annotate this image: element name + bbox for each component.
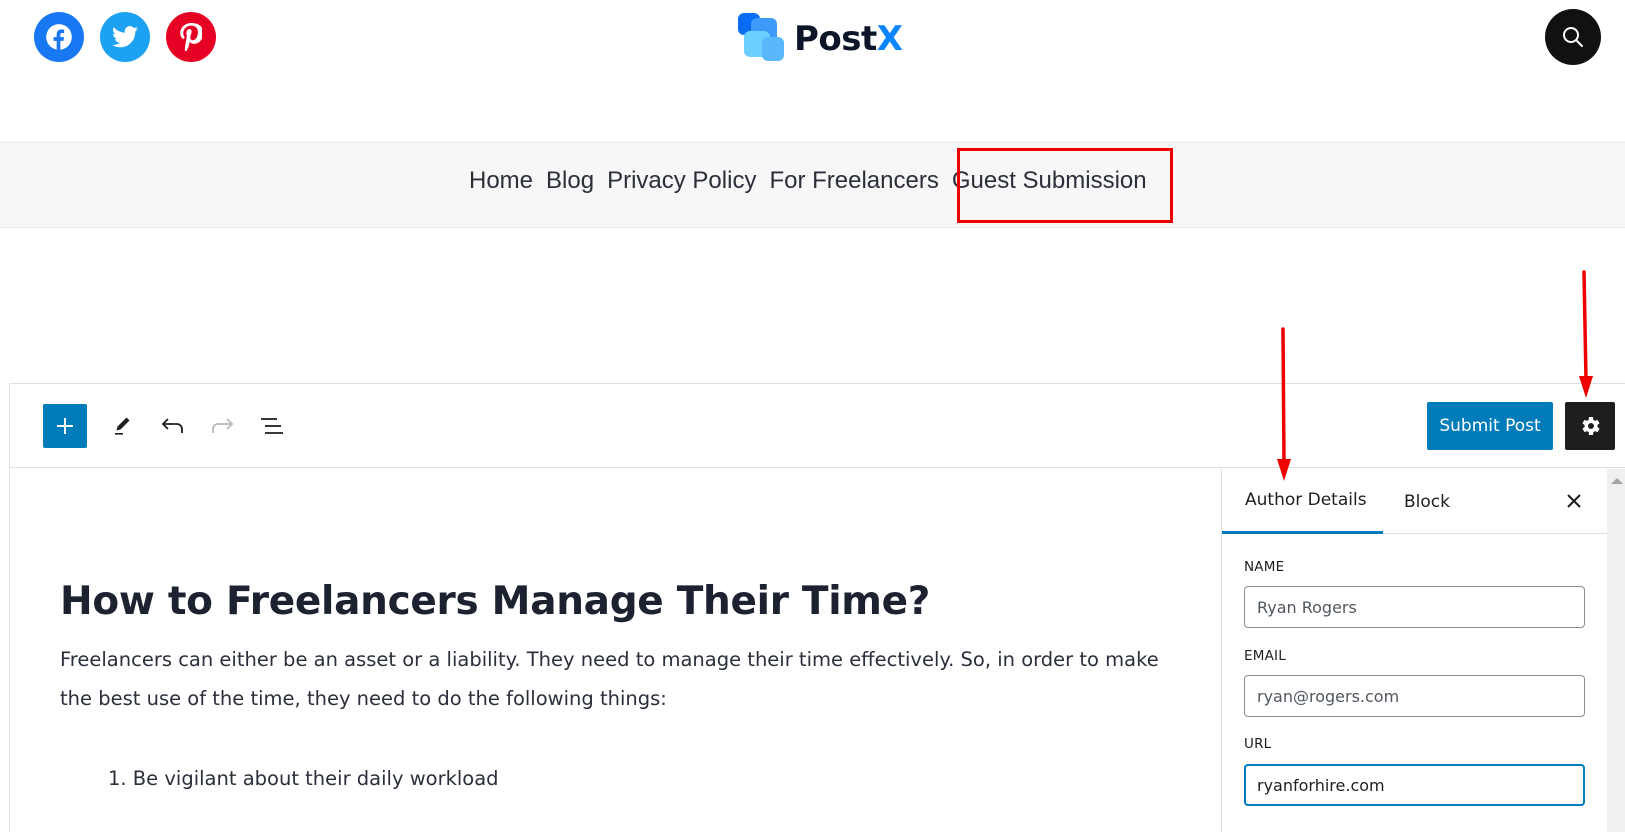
list-item[interactable]: 1. Be vigilant about their daily workloa… <box>108 767 499 790</box>
undo-button[interactable] <box>157 410 189 442</box>
facebook-icon <box>46 24 72 51</box>
search-button[interactable] <box>1545 9 1601 65</box>
undo-icon <box>161 418 183 433</box>
facebook-link[interactable] <box>34 12 84 62</box>
gear-icon <box>1582 417 1600 435</box>
twitter-icon <box>112 26 138 48</box>
post-paragraph[interactable]: Freelancers can either be an asset or a … <box>60 640 1170 718</box>
main-navigation: Home Blog Privacy Policy For Freelancers… <box>0 142 1625 228</box>
name-input[interactable] <box>1244 586 1585 628</box>
redo-button[interactable] <box>206 410 238 442</box>
nav-item-for-freelancers[interactable]: For Freelancers <box>769 167 938 195</box>
post-list: 1. Be vigilant about their daily workloa… <box>108 767 499 790</box>
pencil-icon <box>115 417 130 435</box>
logo-text: PostX <box>794 19 903 59</box>
settings-button[interactable] <box>1565 402 1615 450</box>
list-view-button[interactable] <box>256 410 288 442</box>
email-label: EMAIL <box>1244 648 1286 664</box>
name-label: NAME <box>1244 559 1285 575</box>
search-icon <box>1563 27 1583 47</box>
nav-item-privacy-policy[interactable]: Privacy Policy <box>607 167 756 195</box>
arrow-to-settings-button <box>1579 270 1593 398</box>
tab-block[interactable]: Block <box>1404 469 1450 534</box>
list-view-icon <box>261 418 283 434</box>
tools-button[interactable] <box>107 410 139 442</box>
post-title[interactable]: How to Freelancers Manage Their Time? <box>60 579 930 624</box>
scroll-up-arrow-icon[interactable] <box>1611 478 1623 484</box>
close-icon <box>1567 494 1581 508</box>
site-logo[interactable]: PostX <box>738 13 903 65</box>
plus-icon <box>57 418 73 434</box>
pinterest-icon <box>180 23 202 51</box>
nav-item-home[interactable]: Home <box>469 167 533 195</box>
tab-author-details[interactable]: Author Details <box>1222 469 1383 534</box>
submit-post-button[interactable]: Submit Post <box>1427 402 1553 450</box>
add-block-button[interactable] <box>43 404 87 448</box>
pinterest-link[interactable] <box>166 12 216 62</box>
nav-item-guest-submission[interactable]: Guest Submission <box>952 167 1147 195</box>
editor-canvas[interactable]: How to Freelancers Manage Their Time? Fr… <box>10 469 1221 832</box>
nav-item-blog[interactable]: Blog <box>546 167 594 195</box>
redo-icon <box>212 418 234 433</box>
editor-toolbar: Submit Post <box>10 384 1625 468</box>
settings-sidebar: Author Details Block NAME EMAIL URL <box>1221 469 1607 832</box>
sidebar-tabs: Author Details Block <box>1222 469 1607 534</box>
logo-mark-icon <box>738 13 790 65</box>
url-input[interactable] <box>1244 764 1585 806</box>
twitter-link[interactable] <box>100 12 150 62</box>
close-sidebar-button[interactable] <box>1560 487 1588 515</box>
sidebar-scrollbar[interactable] <box>1607 469 1625 832</box>
post-editor: Submit Post How to Freelancers Manage Th… <box>9 383 1625 832</box>
url-label: URL <box>1244 736 1272 752</box>
email-input[interactable] <box>1244 675 1585 717</box>
